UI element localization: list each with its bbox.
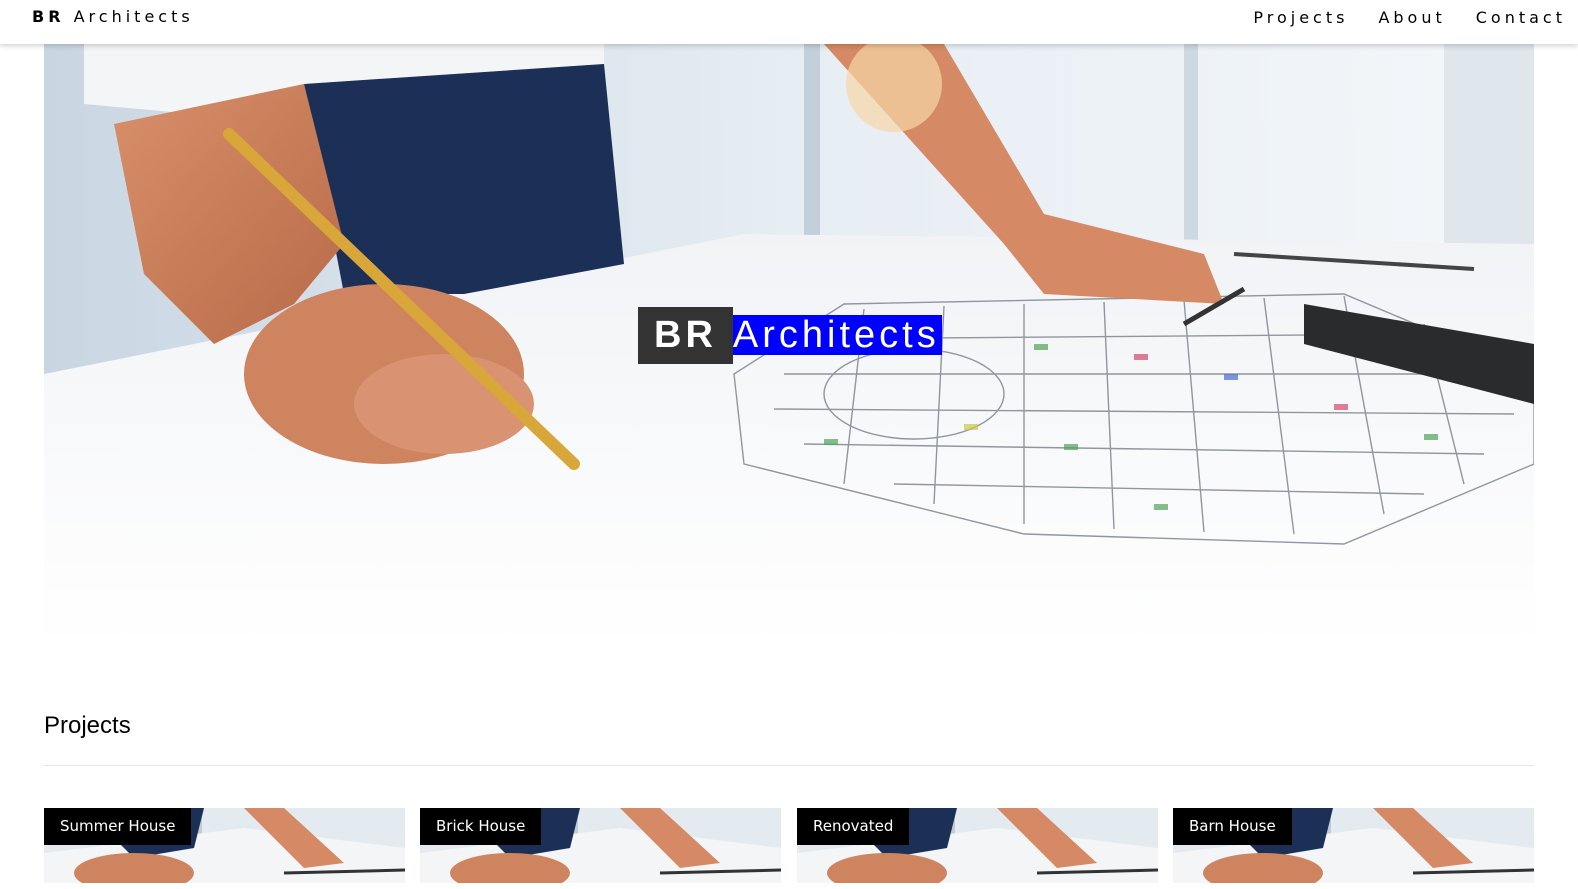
- project-card-brick-house[interactable]: Brick House: [420, 808, 781, 883]
- section-divider: [44, 765, 1534, 766]
- top-navbar: BR Architects Projects About Contact: [0, 0, 1578, 44]
- project-card-summer-house[interactable]: Summer House: [44, 808, 405, 883]
- nav-links: Projects About Contact: [1223, 0, 1566, 34]
- project-card-barn-house[interactable]: Barn House: [1173, 808, 1534, 883]
- nav-link-about[interactable]: About: [1378, 8, 1445, 27]
- brand-bold-text: BR: [32, 7, 65, 26]
- brand-text: Architects: [73, 7, 194, 26]
- project-card-label: Summer House: [44, 808, 192, 845]
- nav-link-projects[interactable]: Projects: [1253, 8, 1348, 27]
- project-cards: Summer House Brick House Renovated Barn …: [44, 808, 1534, 889]
- projects-heading: Projects: [44, 712, 131, 739]
- project-card-renovated[interactable]: Renovated: [797, 808, 1158, 883]
- hero-banner: BR Architects: [44, 44, 1534, 647]
- hero-title-text: Architects: [732, 314, 942, 356]
- project-card-label: Renovated: [797, 808, 910, 845]
- hero-title-bold: BR: [638, 307, 733, 364]
- project-card-label: Brick House: [420, 808, 542, 845]
- brand-link[interactable]: BR Architects: [32, 0, 194, 34]
- project-card-label: Barn House: [1173, 808, 1292, 845]
- hero-title: BR Architects: [638, 307, 942, 364]
- nav-link-contact[interactable]: Contact: [1476, 8, 1566, 27]
